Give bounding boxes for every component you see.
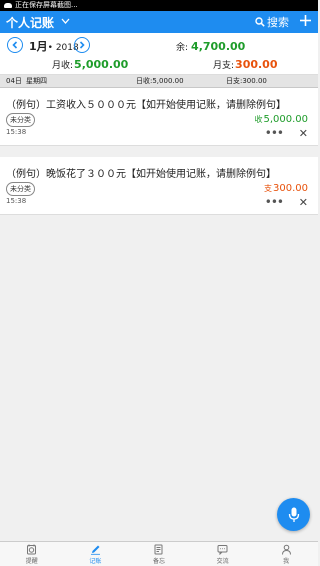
category-tag[interactable]: 未分类 <box>6 113 35 127</box>
balance-label: 余: <box>176 43 189 53</box>
cloud-icon <box>4 3 12 8</box>
month-expense: 月支:300.00 <box>213 58 278 71</box>
month-value: 1月 <box>29 40 48 53</box>
delete-icon[interactable]: ✕ <box>299 127 308 140</box>
voice-input-button[interactable] <box>277 498 310 531</box>
balance: 余: 4,700.00 <box>176 40 245 53</box>
add-entry-button[interactable] <box>299 13 312 31</box>
nav-label: 交流 <box>216 557 229 565</box>
nav-remind[interactable]: 提醒 <box>0 542 64 566</box>
entry-title: （例句）工资收入５０００元【如开始使用记账，请删除例句】 <box>6 100 286 111</box>
entry-kind: 收 <box>254 115 263 124</box>
delete-icon[interactable]: ✕ <box>299 196 308 209</box>
nav-chat[interactable]: 交流 <box>191 542 255 566</box>
nav-label: 记账 <box>89 557 102 565</box>
month-summary: 1月• 2018 余: 4,700.00 月收:5,000.00 月支:300.0… <box>0 33 318 75</box>
account-selector[interactable]: 个人记账 <box>6 14 70 31</box>
search-label: 搜索 <box>267 16 289 29</box>
chevron-left-icon <box>12 41 18 49</box>
chevron-right-icon <box>79 41 85 49</box>
bottom-nav: 提醒 记账 备忘 交流 我 <box>0 541 318 566</box>
chat-icon <box>217 544 228 555</box>
month-expense-value: 300.00 <box>235 58 278 71</box>
month-income-value: 5,000.00 <box>74 58 129 71</box>
nav-label: 提醒 <box>25 557 38 565</box>
search-button[interactable]: 搜索 <box>255 14 289 30</box>
month-label[interactable]: 1月• 2018 <box>29 38 79 54</box>
plus-icon <box>300 15 311 26</box>
person-icon <box>281 544 291 555</box>
category-tag[interactable]: 未分类 <box>6 182 35 196</box>
entry-time: 15:38 <box>6 128 27 136</box>
entry-item[interactable]: （例句）工资收入５０００元【如开始使用记账，请删除例句】 未分类 收5,000.… <box>0 88 318 146</box>
chevron-down-icon <box>61 17 70 27</box>
app-bar: 个人记账 搜索 <box>0 11 318 33</box>
day-income: 日收:5,000.00 <box>136 77 184 85</box>
nav-label: 备忘 <box>152 557 165 565</box>
pen-icon <box>90 545 100 555</box>
more-icon[interactable]: ••• <box>265 195 284 209</box>
entry-list: （例句）工资收入５０００元【如开始使用记账，请删除例句】 未分类 收5,000.… <box>0 88 318 215</box>
entry-amount-value: 300.00 <box>273 183 308 194</box>
entry-title: （例句）晚饭花了３００元【如开始使用记账，请删除例句】 <box>6 169 276 180</box>
more-icon[interactable]: ••• <box>265 126 284 140</box>
month-expense-label: 月支: <box>213 61 235 71</box>
entry-amount: 支300.00 <box>264 183 308 194</box>
month-income-label: 月收: <box>52 61 74 71</box>
entry-amount: 收5,000.00 <box>254 114 308 125</box>
day-header: 04日 星期四 日收:5,000.00 日支:300.00 <box>0 75 318 88</box>
app-title: 个人记账 <box>6 15 55 30</box>
month-income: 月收:5,000.00 <box>52 58 128 71</box>
entry-item[interactable]: （例句）晚饭花了３００元【如开始使用记账，请删除例句】 未分类 支300.00 … <box>0 157 318 215</box>
entry-time: 15:38 <box>6 197 27 205</box>
entry-kind: 支 <box>264 184 272 193</box>
nav-me[interactable]: 我 <box>254 542 318 566</box>
day-date: 04日 <box>6 77 22 85</box>
search-icon <box>255 17 265 27</box>
nav-bookkeeping[interactable]: 记账 <box>64 542 128 566</box>
clock-icon <box>27 544 37 554</box>
day-expense: 日支:300.00 <box>226 77 267 85</box>
microphone-icon <box>288 507 299 522</box>
status-bar: 正在保存屏幕截图... <box>0 0 318 11</box>
day-weekday: 星期四 <box>26 77 47 85</box>
balance-value: 4,700.00 <box>191 40 246 53</box>
note-icon <box>154 544 163 554</box>
status-text: 正在保存屏幕截图... <box>15 1 78 9</box>
nav-memo[interactable]: 备忘 <box>127 542 191 566</box>
nav-label: 我 <box>283 557 290 565</box>
next-month-button[interactable] <box>74 37 90 53</box>
entry-amount-value: 5,000.00 <box>263 114 308 125</box>
prev-month-button[interactable] <box>7 37 23 53</box>
